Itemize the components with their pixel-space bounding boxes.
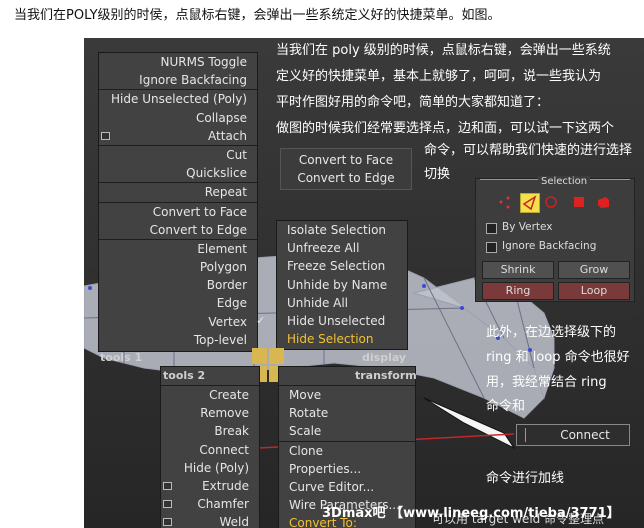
overlay-line-1: 当我们在 poly 级别的时候，点鼠标右键，会弹出一些系统 — [276, 43, 611, 58]
ring-text-line-4: 命令和 — [486, 399, 526, 414]
vertex-mode-icon[interactable] — [496, 193, 514, 211]
menu-item-hide-unselected[interactable]: Hide Unselected — [277, 312, 407, 330]
grow-button[interactable]: Grow — [558, 261, 630, 279]
settings-box-icon[interactable] — [163, 500, 172, 509]
menu-item-extrude[interactable]: Extrude — [161, 477, 259, 495]
connect-box: Connect — [516, 424, 630, 446]
menu-item-cut[interactable]: Cut — [99, 144, 257, 164]
menu-item-border[interactable]: Border — [99, 276, 257, 294]
quad-right-top: Isolate Selection Unfreeze All Freeze Se… — [276, 220, 408, 350]
menu-item-element[interactable]: Element — [99, 238, 257, 258]
ring-text-line-1: 此外，在边选择级下的 — [486, 325, 617, 340]
menu-item-vertex-label: Vertex — [208, 314, 247, 329]
checkmark-icon: ✓ — [256, 314, 266, 327]
polygon-mode-icon[interactable] — [570, 193, 588, 211]
quad-label-tools2: tools 2 — [163, 369, 206, 382]
convert-box: Convert to Face Convert to Edge — [280, 148, 412, 190]
edge-mode-icon[interactable] — [520, 193, 540, 213]
menu-item-hide-poly[interactable]: Hide (Poly) — [161, 459, 259, 477]
watermark: 3Dmax吧 【www.lineeg.com/tieba/3771】 — [322, 506, 620, 521]
loop-button[interactable]: Loop — [558, 282, 630, 300]
settings-box-icon[interactable] — [163, 481, 172, 490]
menu-item-create[interactable]: Create — [161, 385, 259, 404]
menu-item-rotate[interactable]: Rotate — [279, 404, 415, 422]
ring-text-line-2: ring 和 loop 命令也很好 — [486, 350, 630, 365]
menu-item-weld[interactable]: Weld — [161, 513, 259, 528]
by-vertex-checkbox[interactable] — [486, 223, 497, 234]
quad-left-top: NURMS Toggle Ignore Backfacing Hide Unse… — [98, 52, 258, 352]
ignore-backfacing-label: Ignore Backfacing — [502, 240, 597, 252]
quad-square-tl[interactable] — [252, 348, 267, 364]
convert-to-edge-label[interactable]: Convert to Edge — [281, 169, 411, 187]
menu-item-attach-label: Attach — [208, 128, 247, 143]
intro-text: 当我们在POLY级别的时侯，点鼠标右键，会弹出一些系统定义好的快捷菜单。如图。 — [14, 8, 501, 23]
settings-box-icon[interactable] — [163, 518, 172, 527]
overlay-line-3: 平时作图好用的命令吧，简单的大家都知道了： — [276, 95, 550, 110]
element-mode-icon[interactable] — [594, 193, 612, 211]
connect-divider — [525, 428, 526, 442]
menu-item-convert-to-face[interactable]: Convert to Face — [99, 201, 257, 221]
ring-button[interactable]: Ring — [482, 282, 554, 300]
menu-item-remove[interactable]: Remove — [161, 404, 259, 422]
convert-to-face-label[interactable]: Convert to Face — [281, 151, 411, 169]
menu-item-repeat[interactable]: Repeat — [99, 182, 257, 201]
menu-item-hide-selection[interactable]: Hide Selection — [277, 330, 407, 348]
max-screenshot: NURMS Toggle Ignore Backfacing Hide Unse… — [84, 38, 644, 528]
menu-item-top-level[interactable]: Top-level — [99, 331, 257, 349]
menu-item-nurms-toggle[interactable]: NURMS Toggle — [99, 53, 257, 71]
menu-item-scale[interactable]: Scale — [279, 422, 415, 440]
quad-label-tools1: tools 1 — [100, 351, 143, 364]
connect-button[interactable]: Connect — [547, 425, 623, 445]
menu-item-collapse[interactable]: Collapse — [99, 109, 257, 127]
menu-item-move[interactable]: Move — [279, 385, 415, 404]
menu-item-weld-label: Weld — [219, 515, 250, 528]
ring-text-line-3: 用，我经常结合 ring — [486, 375, 607, 390]
menu-item-curve-editor[interactable]: Curve Editor... — [279, 478, 415, 496]
menu-item-quickslice[interactable]: Quickslice — [99, 164, 257, 182]
quad-label-display: display — [362, 351, 407, 364]
quad-square-tr[interactable] — [269, 348, 284, 364]
by-vertex-label: By Vertex — [502, 221, 553, 233]
border-mode-icon[interactable] — [542, 193, 560, 211]
menu-item-hide-unselected-poly[interactable]: Hide Unselected (Poly) — [99, 89, 257, 108]
menu-item-convert-to-edge[interactable]: Convert to Edge — [99, 221, 257, 239]
overlay-line-2: 定义好的快捷菜单，基本上就够了，呵呵，说一些我认为 — [276, 69, 602, 84]
menu-item-clone[interactable]: Clone — [279, 440, 415, 460]
menu-item-connect[interactable]: Connect — [161, 441, 259, 459]
menu-item-isolate-selection[interactable]: Isolate Selection — [277, 221, 407, 239]
overlay-line-4: 做图的时候我们经常要选择点，边和面，可以试一下这两个 — [276, 121, 615, 136]
menu-item-chamfer[interactable]: Chamfer — [161, 495, 259, 513]
shrink-button[interactable]: Shrink — [482, 261, 554, 279]
selection-panel: Selection By Vertex Ignore Backfacing Sh… — [475, 176, 635, 302]
convert-side-line-2: 切换 — [424, 167, 451, 182]
menu-item-unhide-by-name[interactable]: Unhide by Name — [277, 276, 407, 294]
menu-item-properties[interactable]: Properties... — [279, 460, 415, 478]
menu-item-freeze-selection[interactable]: Freeze Selection — [277, 257, 407, 275]
menu-item-chamfer-label: Chamfer — [197, 497, 249, 512]
menu-item-unhide-all[interactable]: Unhide All — [277, 294, 407, 312]
selection-title: Selection — [538, 176, 591, 187]
menu-item-vertex[interactable]: Vertex — [99, 313, 257, 331]
settings-box-icon[interactable] — [101, 131, 110, 140]
quad-left-bottom: tools 2 Create Remove Break Connect Hide… — [160, 366, 260, 528]
menu-item-break[interactable]: Break — [161, 422, 259, 440]
ignore-backfacing-checkbox[interactable] — [486, 242, 497, 253]
menu-item-edge[interactable]: Edge — [99, 294, 257, 312]
menu-item-polygon[interactable]: Polygon — [99, 258, 257, 276]
menu-item-attach[interactable]: Attach — [99, 127, 257, 145]
menu-item-unfreeze-all[interactable]: Unfreeze All — [277, 239, 407, 257]
quad-label-transform: transform — [355, 369, 417, 382]
after-connect-text: 命令进行加线 — [486, 471, 565, 486]
convert-side-line-1: 命令，可以帮助我们快速的进行选择 — [424, 143, 633, 158]
menu-item-ignore-backfacing[interactable]: Ignore Backfacing — [99, 71, 257, 89]
menu-item-extrude-label: Extrude — [202, 478, 249, 493]
selection-header: Selection — [480, 176, 630, 190]
